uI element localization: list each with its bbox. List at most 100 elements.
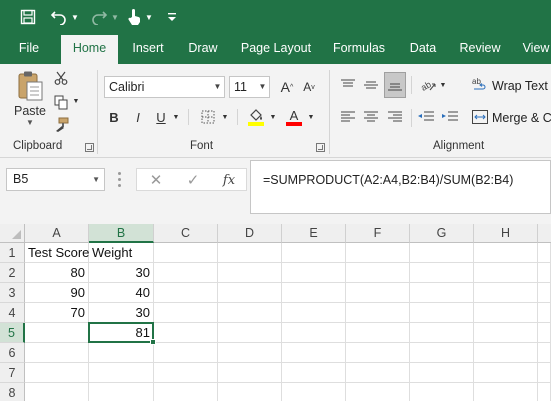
cell-e8[interactable] bbox=[282, 383, 346, 401]
cell-partial[interactable] bbox=[538, 243, 551, 263]
row-header-1[interactable]: 1 bbox=[0, 243, 25, 263]
cell-g7[interactable] bbox=[410, 363, 474, 383]
tab-draw[interactable]: Draw bbox=[180, 35, 226, 64]
column-header-a[interactable]: A bbox=[25, 224, 89, 243]
font-color-button[interactable]: A bbox=[284, 106, 304, 128]
fill-color-dropdown-icon[interactable]: ▼ bbox=[268, 106, 278, 128]
decrease-indent-icon[interactable] bbox=[416, 106, 436, 128]
borders-dropdown-icon[interactable]: ▼ bbox=[220, 106, 230, 128]
cell-c8[interactable] bbox=[154, 383, 218, 401]
row-header-3[interactable]: 3 bbox=[0, 283, 25, 303]
borders-icon[interactable] bbox=[199, 106, 217, 128]
cut-icon[interactable] bbox=[52, 69, 70, 87]
cell-g4[interactable] bbox=[410, 303, 474, 323]
cancel-icon[interactable]: ✕ bbox=[146, 171, 166, 189]
cell-a3[interactable]: 90 bbox=[25, 283, 89, 303]
decrease-font-size-icon[interactable]: Av bbox=[300, 76, 318, 98]
cell-b2[interactable]: 30 bbox=[89, 263, 154, 283]
touch-mode-dropdown-icon[interactable]: ▼ bbox=[144, 6, 154, 28]
wrap-text-button[interactable]: Wrap Text bbox=[492, 79, 548, 93]
cell-b3[interactable]: 40 bbox=[89, 283, 154, 303]
cell-f2[interactable] bbox=[346, 263, 410, 283]
merge-center-button[interactable]: Merge & C bbox=[492, 111, 551, 125]
cell-g8[interactable] bbox=[410, 383, 474, 401]
cell-partial[interactable] bbox=[538, 323, 551, 343]
bottom-align-icon[interactable] bbox=[384, 72, 406, 98]
formula-input[interactable]: =SUMPRODUCT(A2:A4,B2:B4)/SUM(B2:B4) bbox=[250, 160, 551, 214]
align-center-icon[interactable] bbox=[361, 106, 381, 128]
cell-e6[interactable] bbox=[282, 343, 346, 363]
align-left-icon[interactable] bbox=[338, 106, 358, 128]
cell-h4[interactable] bbox=[474, 303, 538, 323]
column-header-g[interactable]: G bbox=[410, 224, 474, 243]
middle-align-icon[interactable] bbox=[361, 74, 381, 96]
tab-page-layout[interactable]: Page Layout bbox=[234, 35, 318, 64]
column-header-e[interactable]: E bbox=[282, 224, 346, 243]
cell-partial[interactable] bbox=[538, 283, 551, 303]
cell-d3[interactable] bbox=[218, 283, 282, 303]
paste-dropdown-icon[interactable]: ▼ bbox=[26, 118, 34, 128]
cell-e2[interactable] bbox=[282, 263, 346, 283]
bold-button[interactable]: B bbox=[106, 106, 122, 128]
cell-d4[interactable] bbox=[218, 303, 282, 323]
cell-partial[interactable] bbox=[538, 383, 551, 401]
tab-home[interactable]: Home bbox=[61, 35, 118, 64]
row-header-5[interactable]: 5 bbox=[0, 323, 25, 343]
column-header-partial[interactable] bbox=[538, 224, 551, 243]
fill-color-button[interactable] bbox=[246, 106, 266, 128]
cell-e5[interactable] bbox=[282, 323, 346, 343]
save-icon[interactable] bbox=[15, 6, 41, 28]
enter-icon[interactable]: ✓ bbox=[183, 171, 203, 189]
cell-c4[interactable] bbox=[154, 303, 218, 323]
copy-dropdown-icon[interactable]: ▼ bbox=[72, 96, 80, 106]
cell-a8[interactable] bbox=[25, 383, 89, 401]
cell-d8[interactable] bbox=[218, 383, 282, 401]
fill-handle[interactable] bbox=[150, 339, 156, 345]
cell-g5[interactable] bbox=[410, 323, 474, 343]
column-header-d[interactable]: D bbox=[218, 224, 282, 243]
cell-a2[interactable]: 80 bbox=[25, 263, 89, 283]
column-header-b[interactable]: B bbox=[89, 224, 154, 243]
select-all-button[interactable] bbox=[0, 224, 25, 243]
row-header-2[interactable]: 2 bbox=[0, 263, 25, 283]
underline-dropdown-icon[interactable]: ▼ bbox=[171, 106, 181, 128]
cell-c1[interactable] bbox=[154, 243, 218, 263]
cell-h2[interactable] bbox=[474, 263, 538, 283]
name-box-dropdown-icon[interactable]: ▼ bbox=[92, 169, 100, 190]
cell-h3[interactable] bbox=[474, 283, 538, 303]
increase-font-size-icon[interactable]: A ^ bbox=[278, 76, 296, 98]
cell-d2[interactable] bbox=[218, 263, 282, 283]
cell-a5[interactable] bbox=[25, 323, 89, 343]
font-dialog-launcher-icon[interactable] bbox=[316, 143, 325, 152]
cell-h6[interactable] bbox=[474, 343, 538, 363]
cell-a4[interactable]: 70 bbox=[25, 303, 89, 323]
cell-b4[interactable]: 30 bbox=[89, 303, 154, 323]
cell-f4[interactable] bbox=[346, 303, 410, 323]
cell-f1[interactable] bbox=[346, 243, 410, 263]
row-header-8[interactable]: 8 bbox=[0, 383, 25, 401]
undo-dropdown-icon[interactable]: ▼ bbox=[70, 6, 80, 28]
cell-d7[interactable] bbox=[218, 363, 282, 383]
cell-e3[interactable] bbox=[282, 283, 346, 303]
cell-c5[interactable] bbox=[154, 323, 218, 343]
cell-b6[interactable] bbox=[89, 343, 154, 363]
cell-c7[interactable] bbox=[154, 363, 218, 383]
format-painter-icon[interactable] bbox=[52, 115, 70, 133]
cell-f3[interactable] bbox=[346, 283, 410, 303]
cell-e4[interactable] bbox=[282, 303, 346, 323]
cell-h8[interactable] bbox=[474, 383, 538, 401]
cell-a6[interactable] bbox=[25, 343, 89, 363]
cell-partial[interactable] bbox=[538, 303, 551, 323]
tab-formulas[interactable]: Formulas bbox=[326, 35, 392, 64]
tab-data[interactable]: Data bbox=[400, 35, 446, 64]
cell-f7[interactable] bbox=[346, 363, 410, 383]
cell-e1[interactable] bbox=[282, 243, 346, 263]
merge-center-icon[interactable] bbox=[471, 106, 489, 128]
customize-qat-icon[interactable] bbox=[166, 6, 178, 28]
copy-icon[interactable] bbox=[52, 93, 70, 111]
font-name-select[interactable]: Calibri ▼ bbox=[104, 76, 225, 98]
cell-f8[interactable] bbox=[346, 383, 410, 401]
column-header-c[interactable]: C bbox=[154, 224, 218, 243]
font-color-dropdown-icon[interactable]: ▼ bbox=[306, 106, 316, 128]
increase-indent-icon[interactable] bbox=[440, 106, 460, 128]
